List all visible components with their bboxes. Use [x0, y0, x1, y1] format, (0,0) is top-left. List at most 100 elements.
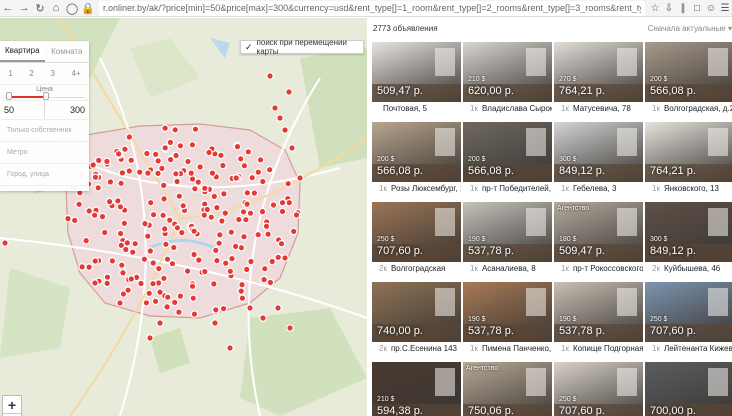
map-pin[interactable] — [146, 198, 155, 207]
listing-photo[interactable]: 740,00 р. — [372, 282, 461, 342]
map-pin[interactable] — [260, 264, 269, 273]
map-pin[interactable] — [116, 203, 125, 211]
map-pin[interactable] — [268, 257, 277, 266]
listing-photo[interactable]: Агентство 750,06 р. — [463, 362, 552, 416]
map-pin[interactable] — [258, 207, 267, 216]
map-pin[interactable] — [91, 279, 99, 287]
map-pin[interactable] — [160, 195, 168, 203]
map-pin[interactable] — [239, 208, 248, 216]
map-pin[interactable] — [175, 308, 183, 316]
map-pin[interactable] — [127, 156, 136, 165]
map-pin[interactable] — [274, 253, 283, 262]
listing-photo[interactable]: 210 $ 620,00 р. — [463, 42, 552, 102]
map-pin[interactable] — [296, 174, 304, 182]
map-pin[interactable] — [250, 189, 259, 197]
map-pin[interactable] — [184, 157, 192, 166]
map-pin[interactable] — [149, 210, 158, 219]
map-pin[interactable] — [278, 207, 287, 216]
map-pin[interactable] — [188, 282, 197, 291]
map-pin[interactable] — [259, 314, 267, 322]
listing-card[interactable]: 764,21 р. 1к Янковского, 13 — [645, 122, 732, 194]
map-pin[interactable] — [226, 267, 235, 276]
rooms-option-2[interactable]: 2 — [29, 69, 33, 78]
map-pin[interactable] — [278, 198, 287, 207]
listing-photo[interactable]: 270 $ 764,21 р. — [554, 42, 643, 102]
map-pin[interactable] — [242, 265, 251, 274]
map-pin[interactable] — [235, 215, 243, 224]
listing-photo[interactable]: 764,21 р. — [645, 122, 732, 182]
map-pin[interactable] — [156, 288, 164, 296]
map-pin[interactable] — [172, 170, 180, 178]
listing-card[interactable]: 300 $ 849,12 р. 1к Гебелева, 3 — [554, 122, 643, 194]
listing-photo[interactable]: 300 $ 849,12 р. — [645, 202, 732, 262]
map-pin[interactable] — [125, 133, 134, 141]
map-pin[interactable] — [213, 203, 221, 212]
map-pin[interactable] — [94, 184, 103, 192]
map-pin[interactable] — [123, 239, 132, 247]
map-pin[interactable] — [212, 246, 220, 255]
map-pin[interactable] — [100, 228, 109, 237]
home-icon[interactable]: ⌂ — [48, 0, 64, 16]
map-pin[interactable] — [89, 161, 98, 169]
map-pin[interactable] — [116, 229, 125, 238]
listing-card[interactable]: 250 $ 707,60 р. 2к Волгоградская — [372, 202, 461, 274]
map-pin[interactable] — [159, 181, 168, 190]
map-pin[interactable] — [190, 227, 198, 236]
map-pin[interactable] — [105, 197, 114, 206]
map-pin[interactable] — [219, 161, 227, 170]
map-pin[interactable] — [190, 310, 199, 318]
map-pin[interactable] — [201, 267, 209, 276]
metro-filter[interactable]: Метро — [0, 142, 89, 164]
map-pin[interactable] — [286, 324, 294, 332]
listing-card[interactable]: 200 $ 566,08 р. 1к Розы Люксембург, 10 — [372, 122, 461, 194]
map-pin[interactable] — [118, 261, 126, 270]
map-pin[interactable] — [176, 142, 185, 150]
map-pin[interactable] — [119, 269, 127, 277]
map-pin[interactable] — [144, 232, 152, 241]
map-pin[interactable] — [196, 163, 204, 171]
map-pin[interactable] — [262, 222, 271, 231]
listing-photo[interactable]: 250 $ 707,60 р. — [645, 282, 732, 342]
map-pin[interactable] — [289, 227, 298, 236]
map-pin[interactable] — [120, 219, 129, 228]
map-pin[interactable] — [219, 304, 228, 313]
map-pin[interactable] — [248, 173, 257, 182]
map-pin[interactable] — [221, 259, 230, 268]
map-pin[interactable] — [108, 257, 117, 265]
map-pin[interactable] — [173, 177, 181, 186]
listing-photo[interactable]: 200 $ 566,08 р. — [645, 42, 732, 102]
map-pin[interactable] — [266, 278, 275, 287]
map-pin[interactable] — [210, 192, 219, 201]
sidebar-icon[interactable]: □ — [690, 0, 704, 16]
map-pin[interactable] — [164, 293, 172, 302]
map-pin[interactable] — [233, 142, 242, 151]
map-pin[interactable] — [124, 286, 132, 295]
map-pin[interactable] — [238, 294, 247, 303]
map-pin[interactable] — [215, 239, 223, 248]
map-pin[interactable] — [243, 189, 252, 197]
map-pin[interactable] — [260, 275, 268, 284]
listing-card[interactable]: 190 $ 537,78 р. 1к Асаналиева, 8 — [463, 202, 552, 274]
listing-photo[interactable]: 200 $ 566,08 р. — [463, 122, 552, 182]
map-pin[interactable] — [137, 279, 145, 288]
listing-photo[interactable]: 300 $ 849,12 р. — [554, 122, 643, 182]
map-pin[interactable] — [171, 126, 180, 134]
map-pin[interactable] — [154, 157, 163, 165]
map-pin[interactable] — [254, 230, 263, 239]
map-pin[interactable] — [161, 144, 170, 152]
map-pin[interactable] — [122, 245, 130, 254]
reload-icon[interactable]: ↻ — [32, 0, 48, 16]
map-pin[interactable] — [70, 216, 79, 225]
map-pin[interactable] — [117, 179, 125, 188]
map-pin[interactable] — [258, 177, 267, 186]
listing-photo[interactable]: 190 $ 537,78 р. — [463, 282, 552, 342]
listing-card[interactable]: 200 $ 566,08 р. 1к пр-т Победителей, 7 — [463, 122, 552, 194]
map-pin[interactable] — [155, 264, 163, 273]
listing-photo[interactable]: Агентство 180 $ 509,47 р. — [554, 202, 643, 262]
map-pin[interactable] — [243, 200, 251, 208]
map-pin[interactable] — [140, 255, 149, 264]
map-pin[interactable] — [175, 192, 184, 201]
listing-card[interactable]: Агентство 180 $ 509,47 р. 1к пр-т Рокоссовск… — [554, 202, 643, 274]
map-pin[interactable] — [188, 141, 197, 149]
map-pin[interactable] — [288, 144, 296, 152]
